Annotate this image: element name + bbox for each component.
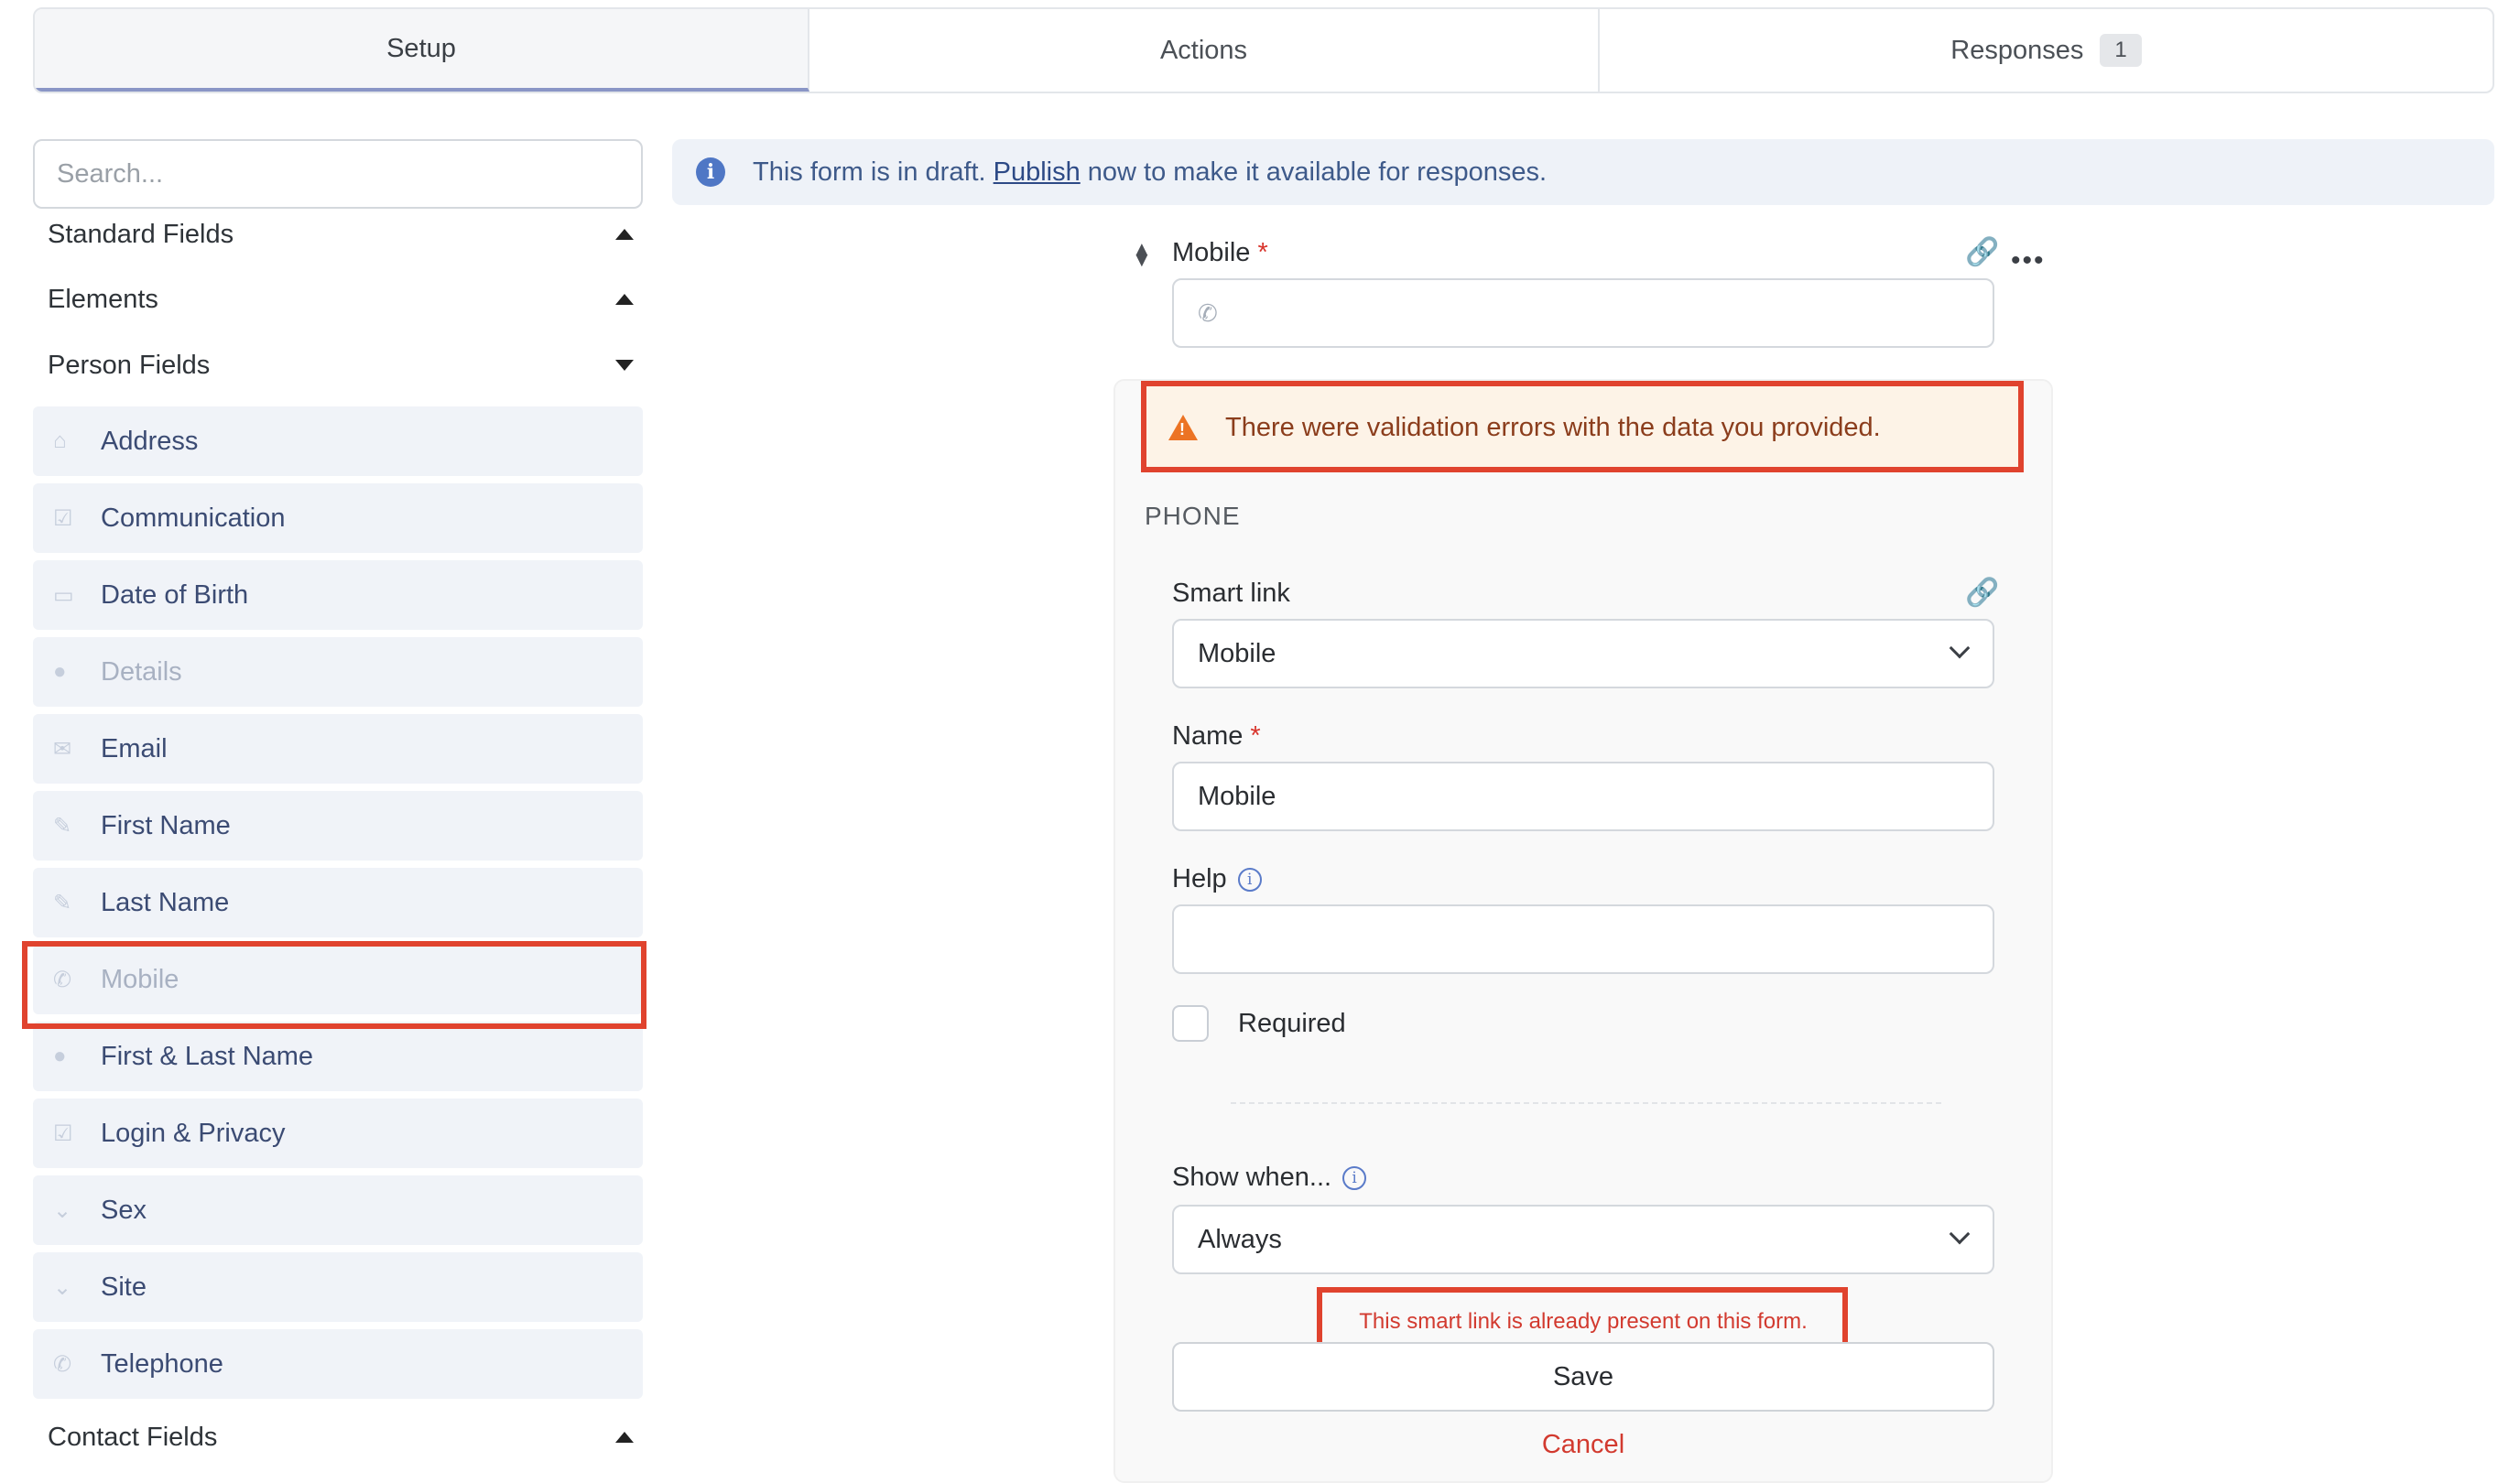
required-checkbox[interactable] (1172, 1005, 1209, 1042)
sidebar-item-telephone[interactable]: ✆ Telephone (33, 1329, 643, 1399)
sidebar-item-date-of-birth[interactable]: ▭ Date of Birth (33, 560, 643, 630)
save-button[interactable]: Save (1172, 1342, 1994, 1412)
collapse-caret-icon (615, 294, 634, 305)
sidebar-item-address[interactable]: ⌂ Address (33, 406, 643, 476)
cancel-button[interactable]: Cancel (1172, 1424, 1994, 1465)
smart-link-label: Smart link (1172, 579, 1290, 608)
name-field[interactable]: Mobile (1172, 762, 1994, 831)
person-icon: ● (53, 659, 67, 684)
tab-responses[interactable]: Responses 1 (1600, 9, 2493, 92)
divider (1231, 1102, 1941, 1104)
chevron-down-icon: ⌄ (53, 1274, 72, 1300)
collapse-caret-icon (615, 229, 634, 240)
chevron-down-icon (1949, 1223, 1971, 1245)
info-icon: i (1342, 1166, 1367, 1191)
highlight-box-mobile (22, 941, 646, 1029)
sidebar-item-sex[interactable]: ⌄ Sex (33, 1175, 643, 1245)
field-label: Mobile * (1172, 238, 1268, 267)
section-standard-fields[interactable]: Standard Fields (48, 211, 634, 257)
smart-link-select[interactable]: Mobile (1172, 619, 1994, 688)
pencil-icon: ✎ (53, 813, 72, 839)
draft-banner: i This form is in draft. Publish now to … (672, 139, 2494, 205)
mobile-input[interactable]: ✆ (1172, 278, 1994, 348)
section-title: PHONE (1145, 502, 1241, 530)
sidebar-item-login-privacy[interactable]: ☑ Login & Privacy (33, 1099, 643, 1168)
phone-icon: ✆ (1198, 298, 1218, 327)
info-icon: i (1237, 868, 1262, 893)
show-when-label: Show when... i (1172, 1163, 1367, 1193)
sidebar-item-communication[interactable]: ☑ Communication (33, 483, 643, 553)
tab-setup[interactable]: Setup (35, 9, 809, 92)
sidebar-item-site[interactable]: ⌄ Site (33, 1252, 643, 1322)
sidebar-item-first-name[interactable]: ✎ First Name (33, 791, 643, 861)
checkbox-icon: ☑ (53, 505, 73, 531)
help-field[interactable] (1172, 904, 1994, 974)
responses-count-badge: 1 (2100, 34, 2142, 67)
sidebar-item-first-last-name[interactable]: ● First & Last Name (33, 1022, 643, 1091)
tab-actions[interactable]: Actions (809, 9, 1600, 92)
required-label: Required (1238, 1009, 1346, 1038)
publish-link[interactable]: Publish (994, 157, 1081, 188)
chevron-down-icon: ⌄ (53, 1197, 72, 1223)
smart-link-icon: 🔗 (1965, 578, 2000, 608)
show-when-select[interactable]: Always (1172, 1205, 1994, 1274)
highlight-box-warning (1141, 381, 2024, 472)
sidebar-item-details[interactable]: ● Details (33, 637, 643, 707)
chevron-down-icon (1949, 637, 1971, 659)
section-elements[interactable]: Elements (48, 276, 634, 322)
section-contact-fields[interactable]: Contact Fields (48, 1414, 634, 1460)
home-icon: ⌂ (53, 428, 67, 453)
pencil-icon: ✎ (53, 890, 72, 915)
collapse-caret-icon (615, 1432, 634, 1443)
tab-bar: Setup Actions Responses 1 (33, 7, 2494, 93)
name-label: Name * (1172, 721, 1261, 751)
envelope-icon: ✉ (53, 736, 72, 762)
field-search-input[interactable] (33, 139, 643, 209)
checkbox-icon: ☑ (53, 1120, 73, 1146)
sidebar-item-last-name[interactable]: ✎ Last Name (33, 868, 643, 937)
person-icon: ● (53, 1044, 67, 1068)
section-person-fields[interactable]: Person Fields (48, 342, 634, 388)
expand-caret-icon (615, 360, 634, 371)
more-options-icon[interactable]: ••• (2011, 245, 2046, 276)
drag-handle-icon[interactable]: ▲ ▼ (1132, 239, 1152, 270)
info-icon: i (696, 157, 725, 187)
phone-icon: ✆ (53, 1351, 72, 1377)
link-icon[interactable]: 🔗 (1965, 236, 1999, 268)
help-label: Help i (1172, 864, 1262, 894)
calendar-icon: ▭ (53, 582, 74, 608)
sidebar-item-email[interactable]: ✉ Email (33, 714, 643, 784)
